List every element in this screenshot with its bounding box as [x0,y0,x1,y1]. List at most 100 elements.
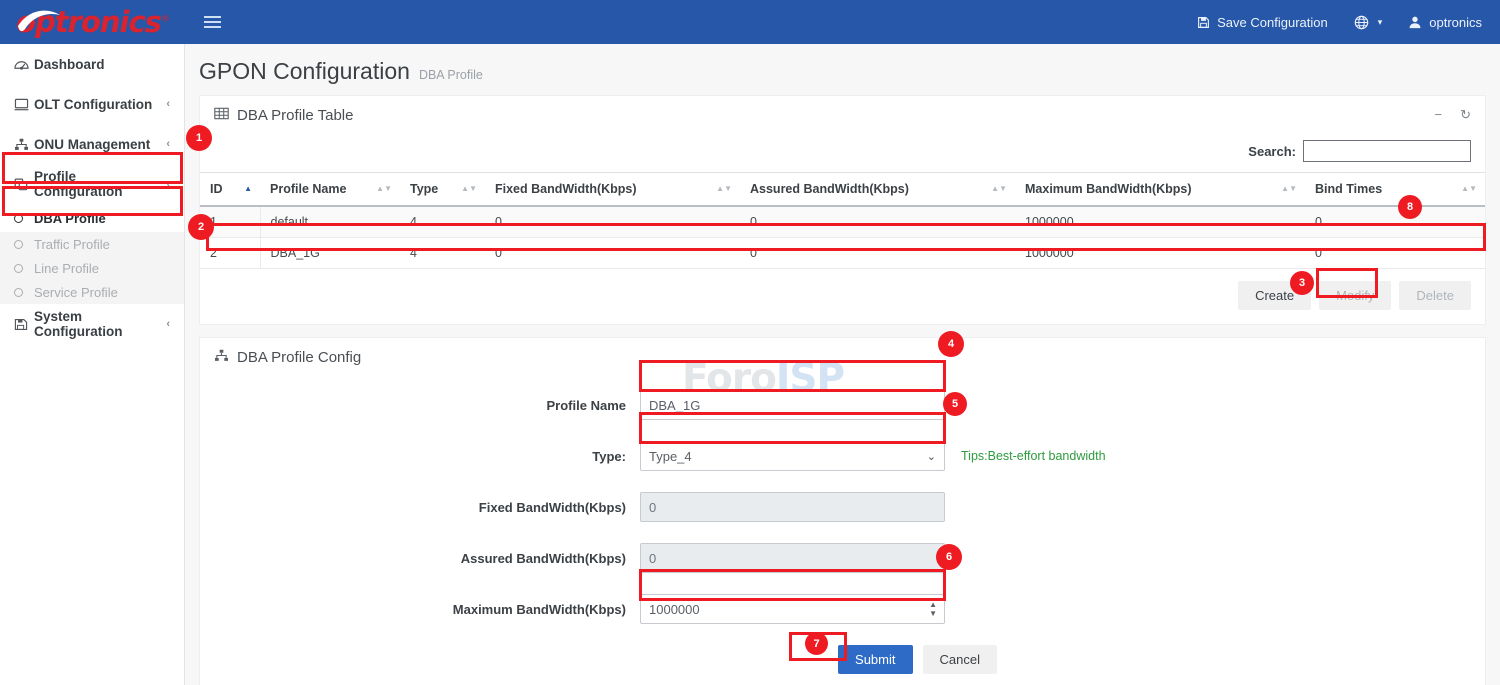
label-fixed-bandwidth: Fixed BandWidth(Kbps) [200,500,640,515]
sort-icon: ▲▼ [1281,185,1297,193]
chevron-left-icon: ‹ [166,178,170,190]
chevron-down-icon: ▾ [1378,17,1383,28]
sort-icon: ▲▼ [376,185,392,193]
form-card-title: DBA Profile Config [237,349,361,366]
minimize-icon[interactable]: − [1435,107,1443,123]
submit-button[interactable]: Submit [838,645,912,674]
delete-button[interactable]: Delete [1399,281,1471,310]
sidebar-label-traffic-profile: Traffic Profile [34,237,110,252]
save-configuration-button[interactable]: Save Configuration [1197,15,1328,30]
page-title: GPON Configuration [199,58,410,85]
table-body: 1 default 4 0 0 1000000 0 2 DBA_1G 4 0 0… [200,206,1485,269]
field-row-fixed-bandwidth: Fixed BandWidth(Kbps) [200,492,1485,522]
column-header-assured-bandwidth[interactable]: Assured BandWidth(Kbps)▲▼ [740,173,1015,207]
cell-assured-bandwidth: 0 [740,206,1015,238]
modify-button[interactable]: Modify [1319,281,1391,310]
page-header: GPON Configuration DBA Profile [185,44,1500,95]
main-content: GPON Configuration DBA Profile DBA Profi… [185,44,1500,685]
card-tools: − ↻ [1435,107,1472,123]
refresh-icon[interactable]: ↻ [1460,107,1471,123]
cell-bind-times: 0 [1305,206,1485,238]
logo-wordmark: optronics® [16,8,169,37]
sidebar-label-system-configuration: System Configuration [34,309,166,339]
sidebar-item-service-profile[interactable]: Service Profile [0,280,184,304]
sort-icon: ▲▼ [991,185,1007,193]
field-row-assured-bandwidth: Assured BandWidth(Kbps) [200,543,1485,573]
cell-profile-name: default [260,206,400,238]
sitemap-icon [14,138,34,151]
hamburger-icon[interactable] [195,7,229,37]
table-row[interactable]: 1 default 4 0 0 1000000 0 [200,206,1485,238]
language-selector[interactable]: ▾ [1354,15,1383,30]
circle-icon [14,264,34,273]
maximum-bandwidth-input[interactable] [640,594,945,624]
top-header: optronics® Save Configuration ▾ [0,0,1500,44]
column-header-type[interactable]: Type▲▼ [400,173,485,207]
circle-icon [14,214,34,223]
circle-icon [14,288,34,297]
sidebar-label-service-profile: Service Profile [34,285,118,300]
sidebar-label-line-profile: Line Profile [34,261,99,276]
sitemap-icon [214,349,229,365]
sidebar-item-onu-management[interactable]: ONU Management ‹ [0,124,184,164]
dba-profile-table: ID▲ Profile Name▲▼ Type▲▼ Fixed BandWidt… [200,172,1485,269]
table-search-row: Search: [200,134,1485,172]
column-header-id[interactable]: ID▲ [200,173,260,207]
label-maximum-bandwidth: Maximum BandWidth(Kbps) [200,602,640,617]
user-name-label: optronics [1429,15,1482,30]
column-header-bind-times[interactable]: Bind Times▲▼ [1305,173,1485,207]
sort-icon: ▲▼ [716,185,732,193]
sidebar-item-profile-configuration[interactable]: Profile Configuration ‹ [0,164,184,204]
monitor-icon [14,98,34,111]
cell-bind-times: 0 [1305,238,1485,269]
search-label: Search: [1248,144,1296,159]
cell-maximum-bandwidth: 1000000 [1015,206,1305,238]
brand-logo[interactable]: optronics® [0,0,185,44]
chevron-left-icon: ‹ [166,138,170,150]
search-input[interactable] [1303,140,1471,162]
table-card-header: DBA Profile Table − ↻ [200,96,1485,134]
user-icon [1408,15,1422,29]
column-header-profile-name[interactable]: Profile Name▲▼ [260,173,400,207]
type-select[interactable]: Type_4 [640,441,945,471]
sort-asc-icon: ▲ [244,185,252,193]
sidebar-item-dba-profile[interactable]: DBA Profile [0,204,184,232]
cancel-button[interactable]: Cancel [923,645,997,674]
circle-icon [14,240,34,249]
cell-id: 1 [200,206,260,238]
table-card-title: DBA Profile Table [237,107,353,124]
cell-type: 4 [400,238,485,269]
form-action-buttons: Submit Cancel [200,645,1485,674]
field-row-maximum-bandwidth: Maximum BandWidth(Kbps) ▲▼ [200,594,1485,624]
table-header-row: ID▲ Profile Name▲▼ Type▲▼ Fixed BandWidt… [200,173,1485,207]
registered-mark: ® [161,14,169,24]
column-header-fixed-bandwidth[interactable]: Fixed BandWidth(Kbps)▲▼ [485,173,740,207]
sidebar-item-traffic-profile[interactable]: Traffic Profile [0,232,184,256]
cell-profile-name: DBA_1G [260,238,400,269]
header-actions: Save Configuration ▾ optronics [1197,15,1500,30]
save-configuration-label: Save Configuration [1217,15,1328,30]
cell-fixed-bandwidth: 0 [485,238,740,269]
chevron-left-icon: ‹ [166,98,170,110]
profile-configuration-submenu: DBA Profile Traffic Profile Line Profile… [0,204,184,304]
cell-id: 2 [200,238,260,269]
type-tips-text: Tips:Best-effort bandwidth [961,449,1106,463]
sidebar-item-olt-configuration[interactable]: OLT Configuration ‹ [0,84,184,124]
breadcrumb: DBA Profile [419,68,483,82]
field-row-type: Type: Type_4 ⌄ Tips:Best-effort bandwidt… [200,441,1485,471]
table-row[interactable]: 2 DBA_1G 4 0 0 1000000 0 [200,238,1485,269]
profile-name-input[interactable] [640,390,945,420]
fixed-bandwidth-input [640,492,945,522]
user-menu[interactable]: optronics [1408,15,1482,30]
label-assured-bandwidth: Assured BandWidth(Kbps) [200,551,640,566]
sidebar-item-system-configuration[interactable]: System Configuration ‹ [0,304,184,344]
chevron-left-icon: ‹ [166,318,170,330]
sort-icon: ▲▼ [461,185,477,193]
sidebar-label-olt-configuration: OLT Configuration [34,97,166,112]
sidebar-item-line-profile[interactable]: Line Profile [0,256,184,280]
sidebar-item-dashboard[interactable]: Dashboard [0,44,184,84]
column-header-maximum-bandwidth[interactable]: Maximum BandWidth(Kbps)▲▼ [1015,173,1305,207]
sidebar-label-dashboard: Dashboard [34,57,170,72]
save-disk-icon [14,318,34,331]
create-button[interactable]: Create [1238,281,1311,310]
